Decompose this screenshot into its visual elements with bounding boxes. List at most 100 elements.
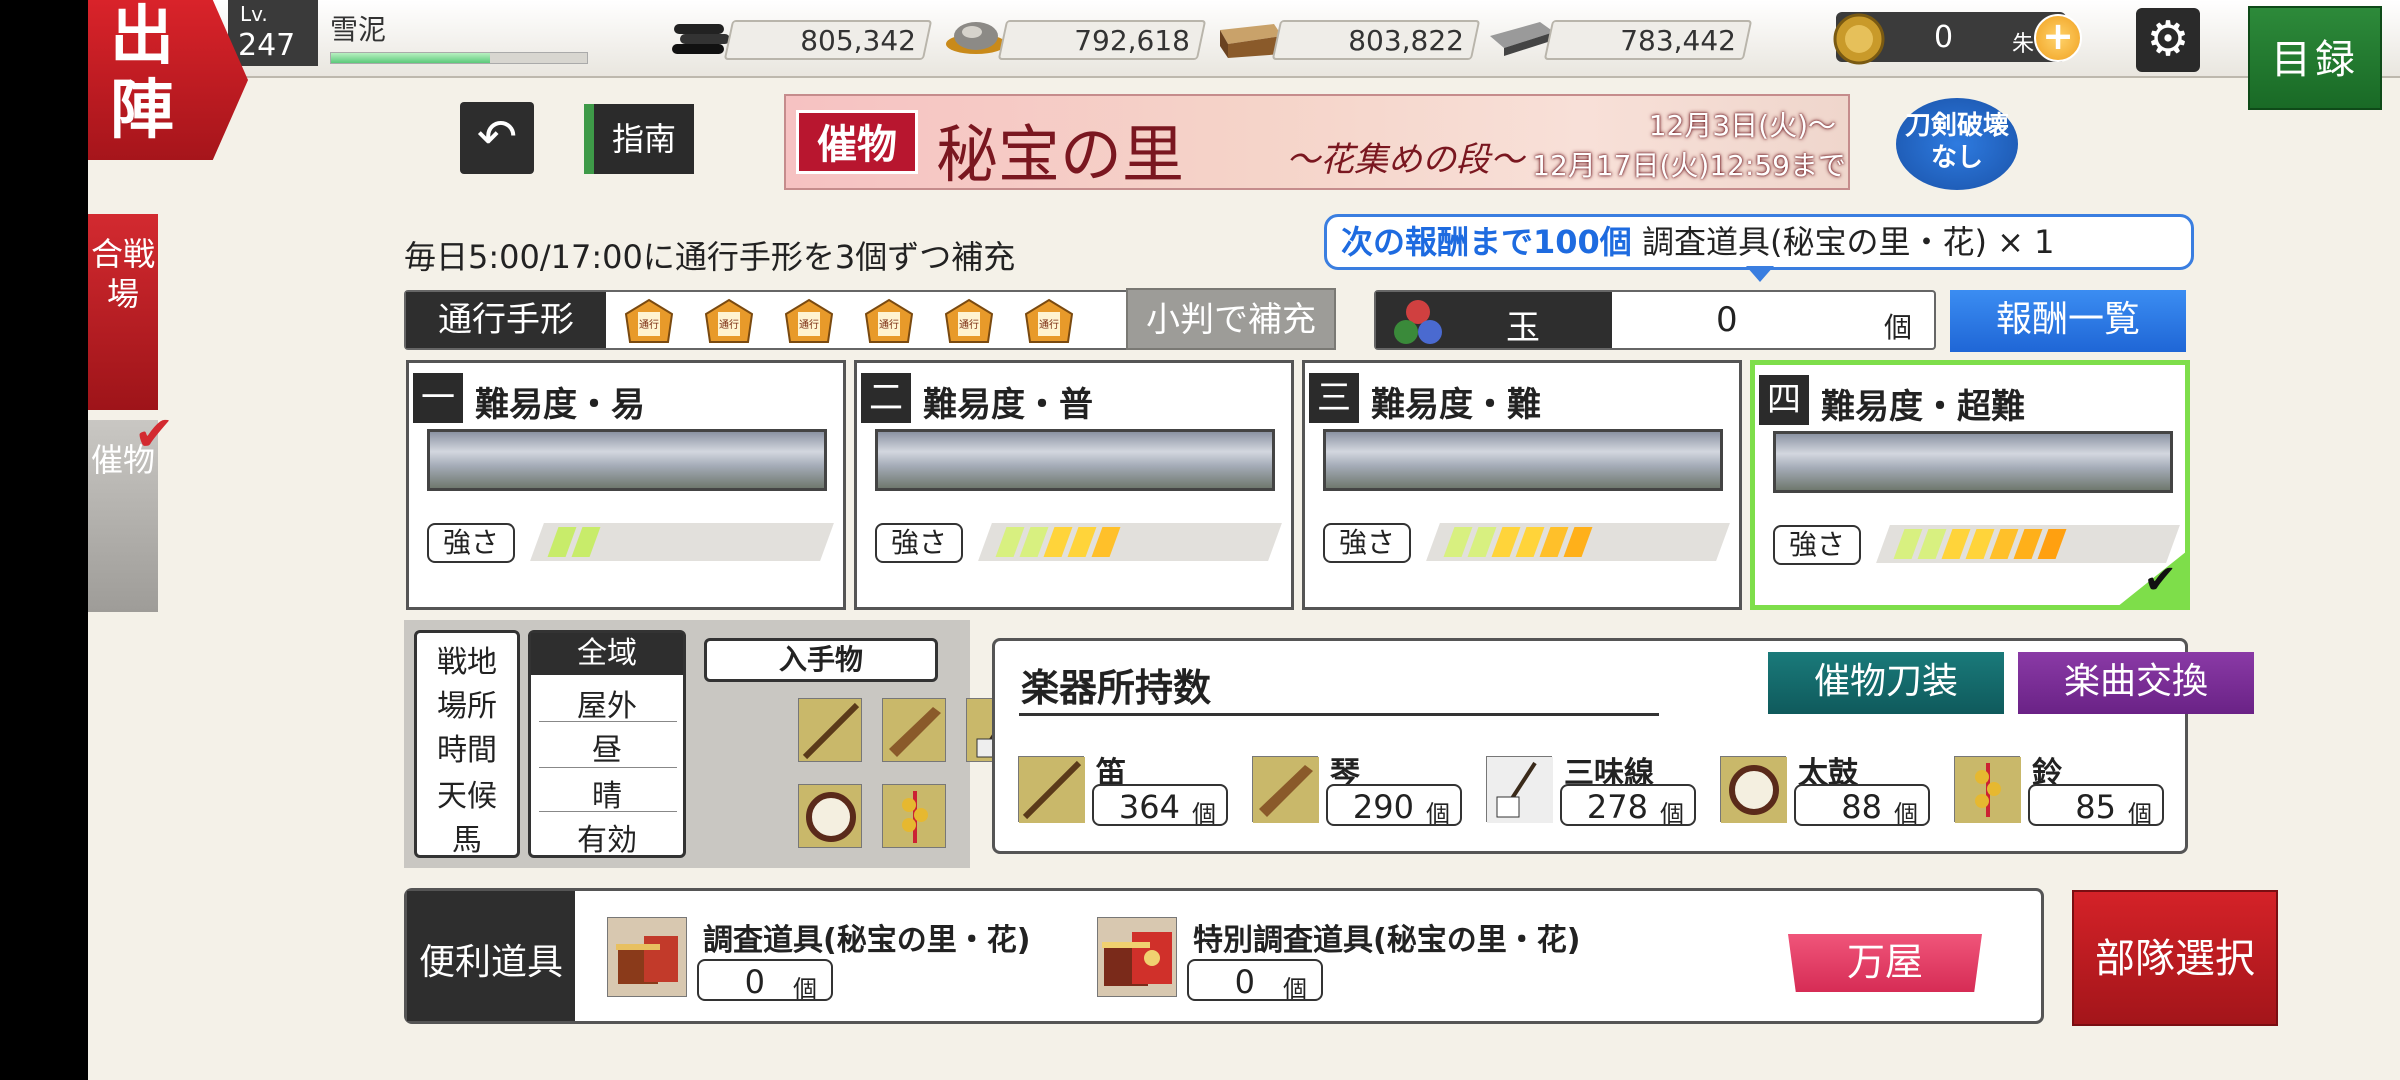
strength-segment: [2037, 529, 2067, 559]
koban-unit: 朱: [2012, 32, 2035, 57]
strength-segment: [571, 527, 601, 557]
banner-date-start: 12月3日(火)〜: [1648, 109, 1836, 142]
coolant-value: 803,822: [1348, 24, 1464, 57]
field-key-location: 場所: [437, 689, 497, 724]
strength-label: 強さ: [1773, 525, 1861, 565]
sortie-label: 出陣: [110, 0, 174, 148]
koto-icon: [1252, 756, 1319, 823]
next-reward-item: 調査道具(秘宝の里・花) × 1: [1641, 223, 2055, 261]
instrument-count-unit: 個: [1894, 800, 1918, 828]
catalog-button[interactable]: 目録: [2248, 6, 2382, 110]
instrument-count: 88 個: [1794, 784, 1930, 828]
landscape-image: [875, 429, 1275, 491]
strength-label: 強さ: [1323, 523, 1411, 563]
battlefield-keys: 戦地 場所 時間 天候 馬: [414, 630, 520, 858]
suzu-bell-icon: [882, 784, 946, 848]
difficulty-number: 三: [1309, 373, 1359, 423]
pass-ticket-text: 通行: [719, 318, 739, 331]
next-reward-prefix: 次の報酬まで100個: [1341, 223, 1632, 261]
shop-button[interactable]: 万屋: [1788, 934, 1982, 992]
whetstone-value: 783,442: [1620, 24, 1736, 57]
unit-select-button[interactable]: 部隊選択: [2072, 890, 2278, 1026]
strength-segment: [1563, 527, 1593, 557]
difficulty-title: 難易度・易: [475, 385, 645, 425]
gear-icon: ⚙: [2146, 11, 2190, 67]
no-break-line1: 刀剣破壊: [1904, 111, 2009, 141]
instrument-title: 楽器所持数: [1021, 666, 1212, 710]
orb-icon: [1388, 296, 1448, 352]
taiko-icon: [1720, 756, 1787, 823]
landscape-image: [1323, 429, 1723, 491]
instrument-item: 笛 364 個: [1018, 748, 1244, 838]
banner-title: 秘宝の里: [936, 118, 1185, 190]
no-break-badge: 刀剣破壊 なし: [1896, 98, 2018, 190]
charcoal-value: 805,342: [800, 24, 916, 57]
difficulty-card-3[interactable]: 三難易度・難強さ: [1302, 360, 1742, 610]
guide-button[interactable]: 指南: [584, 104, 694, 174]
field-val-horse: 有効: [577, 823, 637, 858]
field-val-area: 全域: [531, 633, 683, 675]
difficulty-card-1[interactable]: 一難易度・易 強さ: [406, 360, 846, 610]
banner-date-end: 12月17日(火)12:59まで: [1532, 149, 1846, 182]
orb-unit: 個: [1884, 311, 1913, 344]
special-survey-tool-count: 0 個: [1187, 959, 1323, 1003]
event-sword-button[interactable]: 催物刀装: [1768, 652, 2004, 714]
difficulty-number: 一: [413, 373, 463, 423]
tab-battlefield[interactable]: 合戦場: [88, 214, 158, 410]
special-survey-tool-count-value: 0: [1234, 963, 1255, 1001]
check-icon: ✔: [2143, 557, 2177, 603]
undo-arrow-icon: ↶: [476, 109, 518, 165]
xp-bar: [330, 52, 588, 64]
instrument-item: 太鼓 88 個: [1720, 748, 1946, 838]
field-val-weather: 晴: [592, 779, 622, 814]
add-koban-button[interactable]: +: [2034, 14, 2082, 62]
pass-ticket-icon: 通行: [784, 298, 834, 344]
koban-value: 0: [1934, 20, 1954, 55]
instrument-count: 290 個: [1326, 784, 1462, 828]
event-banner[interactable]: 催物 秘宝の里 〜花集めの段〜 12月3日(火)〜 12月17日(火)12:59…: [784, 94, 1850, 190]
instrument-item: 鈴 85 個: [1954, 748, 2180, 838]
settings-button[interactable]: ⚙: [2136, 8, 2200, 72]
strength-bar: [978, 523, 1282, 561]
landscape-image: [427, 429, 827, 491]
instrument-count-value: 290: [1352, 788, 1414, 826]
field-key-time: 時間: [437, 733, 497, 768]
flute-icon: [798, 698, 862, 762]
song-exchange-button[interactable]: 楽曲交換: [2018, 652, 2254, 714]
orb-label: 玉: [1506, 308, 1540, 348]
pass-ticket-text: 通行: [1039, 318, 1059, 331]
reward-list-button[interactable]: 報酬一覧: [1950, 290, 2186, 352]
field-key-weather: 天候: [437, 779, 497, 814]
sortie-screen: Lv. 247 雪泥 805,342 792,618 803,822 783,4…: [88, 0, 2400, 1080]
instrument-count-value: 278: [1586, 788, 1648, 826]
orb-value: 0: [1716, 300, 1738, 340]
pass-ticket-text: 通行: [959, 318, 979, 331]
pass-ticket-icon: 通行: [864, 298, 914, 344]
shamisen-icon: [1486, 756, 1553, 823]
instrument-count-unit: 個: [1192, 800, 1216, 828]
strength-segment: [1091, 527, 1121, 557]
callout-tail: [1746, 266, 1774, 282]
difficulty-card-2[interactable]: 二難易度・普 強さ: [854, 360, 1294, 610]
special-survey-tool-name: 特別調査道具(秘宝の里・花): [1193, 923, 1581, 958]
back-button[interactable]: ↶: [460, 102, 534, 174]
koban-coin-icon: [1832, 12, 1886, 70]
resource-bar: Lv. 247 雪泥 805,342 792,618 803,822 783,4…: [88, 0, 2400, 78]
steel-value: 792,618: [1074, 24, 1190, 57]
special-survey-tool-count-unit: 個: [1283, 975, 1307, 1003]
difficulty-number: 四: [1759, 375, 1809, 425]
difficulty-card-4[interactable]: 四難易度・超難 強さ ✔: [1750, 360, 2190, 610]
refill-with-koban-button[interactable]: 小判で補充: [1126, 288, 1336, 350]
strength-bar: [530, 523, 834, 561]
difficulty-title: 難易度・難: [1371, 385, 1541, 425]
xp-bar-fill: [331, 53, 490, 63]
instrument-count: 85 個: [2028, 784, 2164, 828]
instrument-count-unit: 個: [2128, 800, 2152, 828]
tools-label: 便利道具: [419, 942, 564, 983]
instrument-count-value: 85: [2075, 788, 2116, 826]
loot-label: 入手物: [704, 638, 938, 682]
level-value: 247: [238, 28, 296, 63]
next-reward-callout: 次の報酬まで100個 調査道具(秘宝の里・花) × 1: [1324, 214, 2194, 270]
check-icon: ✔: [134, 406, 175, 462]
pass-ticket-text: 通行: [639, 318, 659, 331]
